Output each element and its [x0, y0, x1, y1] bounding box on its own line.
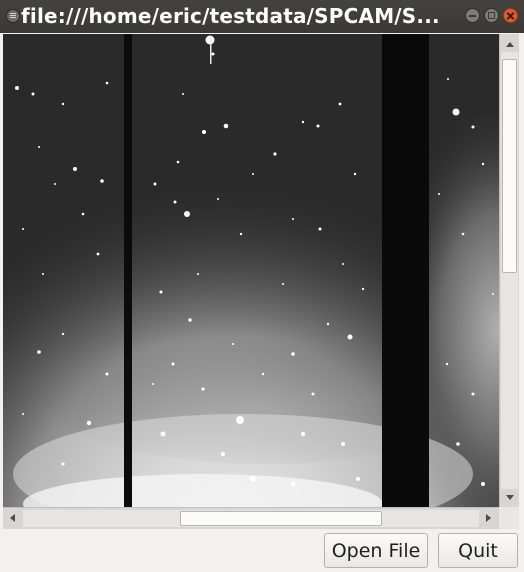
quit-button[interactable]: Quit — [438, 533, 518, 568]
vertical-scrollbar[interactable] — [499, 34, 519, 507]
vertical-scroll-thumb[interactable] — [502, 59, 517, 273]
horizontal-scroll-thumb[interactable] — [180, 511, 382, 526]
minimize-icon[interactable] — [465, 8, 480, 23]
scroll-up-icon[interactable] — [506, 42, 514, 47]
window-menu-icon[interactable] — [6, 9, 20, 23]
window-title: file:///home/eric/testdata/SPCAM/S... — [21, 4, 440, 28]
scroll-right-icon[interactable] — [486, 514, 491, 522]
open-file-button[interactable]: Open File — [324, 533, 428, 568]
app-window: file:///home/eric/testdata/SPCAM/S... Op… — [0, 0, 524, 572]
scroll-left-icon[interactable] — [10, 514, 15, 522]
image-viewport[interactable] — [3, 34, 499, 507]
horizontal-scrollbar[interactable] — [3, 507, 499, 529]
title-bar[interactable]: file:///home/eric/testdata/SPCAM/S... — [0, 0, 524, 33]
scroll-corner — [499, 507, 519, 529]
scroll-down-icon[interactable] — [506, 495, 514, 500]
maximize-icon[interactable] — [484, 8, 499, 23]
astronomical-image — [3, 34, 499, 507]
close-icon[interactable] — [503, 8, 518, 23]
